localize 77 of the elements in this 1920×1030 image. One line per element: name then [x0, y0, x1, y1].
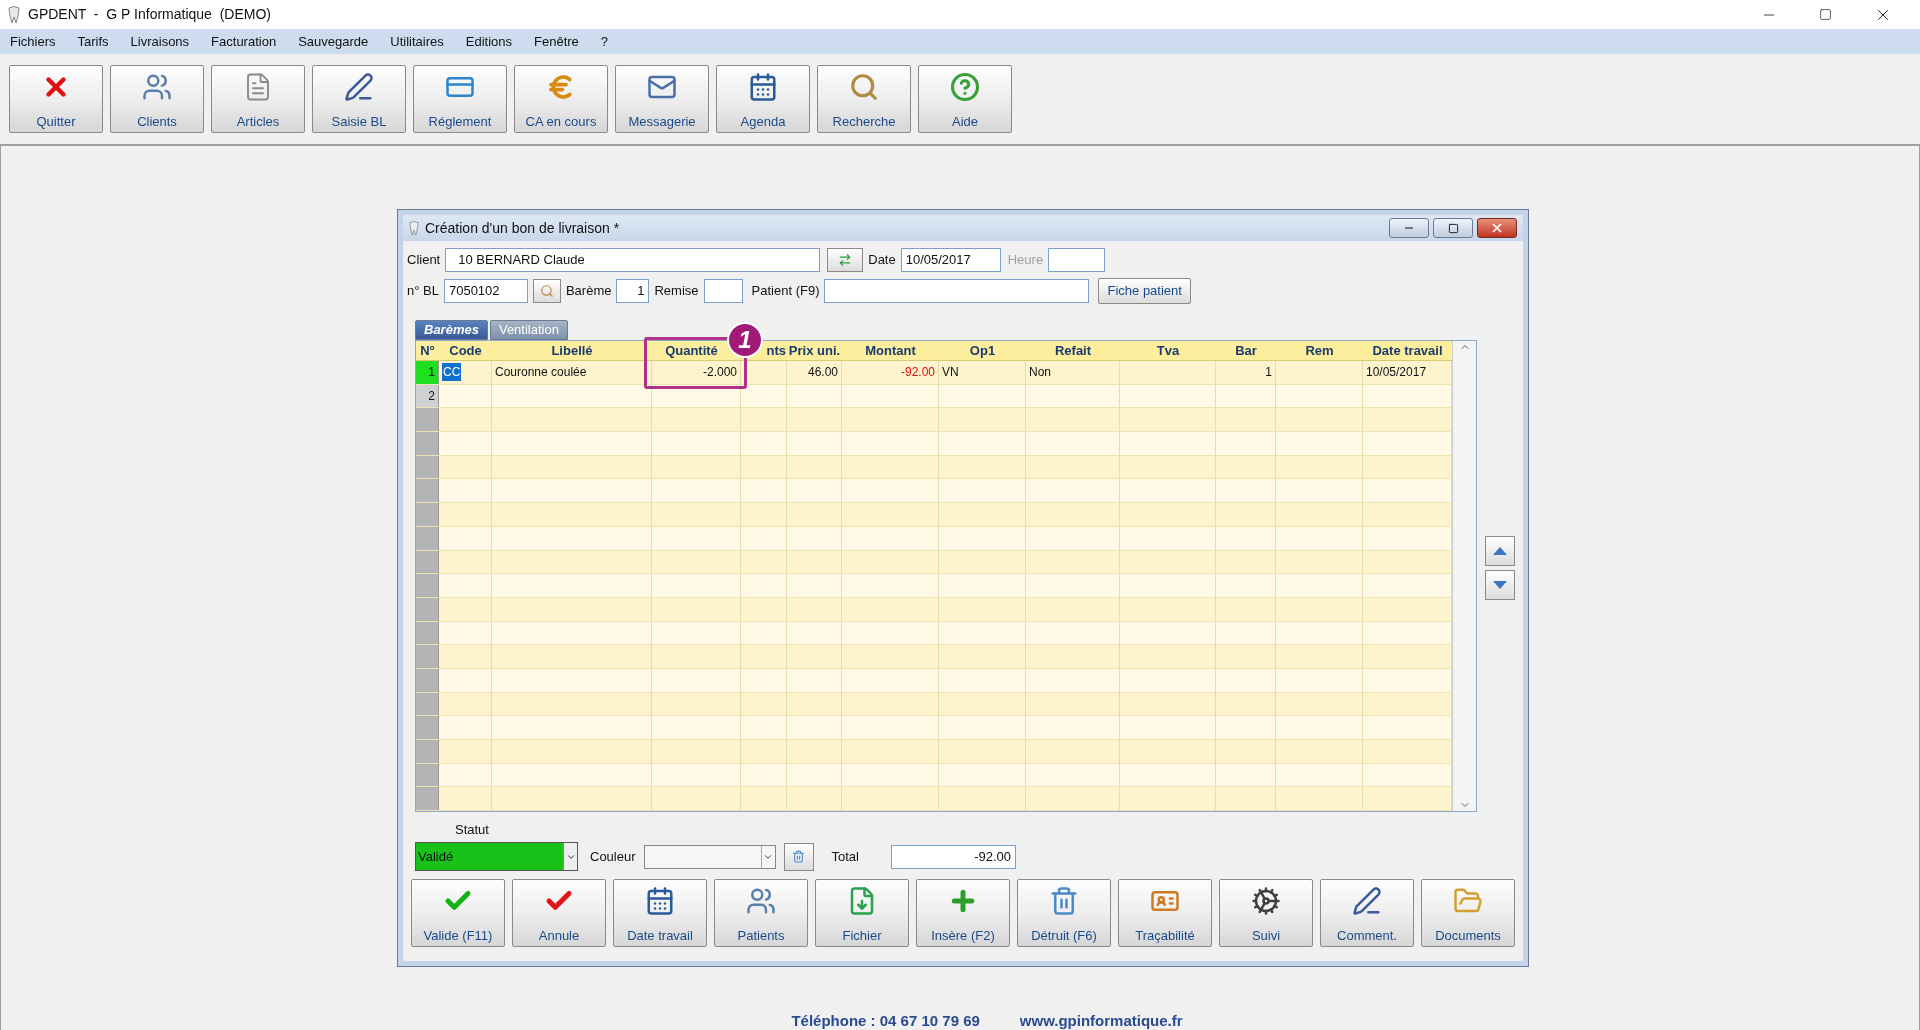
column-header[interactable]: Op1	[969, 340, 996, 361]
field-label: Barème	[565, 281, 612, 300]
table-cell-text: Couronne coulée	[495, 364, 587, 381]
delivery-number-field[interactable]: 7050102	[443, 278, 528, 303]
toolbar-button[interactable]: Recherche	[817, 65, 911, 133]
patient-file-button[interactable]: Fiche patient	[1098, 277, 1191, 304]
column-header[interactable]: Montant	[865, 340, 916, 361]
menu-item[interactable]: Utilitaires	[390, 31, 444, 52]
scale-field[interactable]: 1	[616, 278, 650, 303]
toolbar-button[interactable]: Messagerie	[615, 65, 709, 133]
column-header[interactable]: Prix uni.	[788, 340, 841, 361]
column-header[interactable]: Bar	[1235, 340, 1257, 361]
annotation-badge: 1	[727, 322, 763, 358]
row-number[interactable]: 2	[416, 384, 439, 408]
toolbar-button[interactable]: Aide	[918, 65, 1012, 133]
column-header[interactable]: Date travail	[1372, 340, 1443, 361]
toolbar-button[interactable]: Détruit (F6)	[1017, 879, 1111, 947]
menu-item[interactable]: Fichiers	[10, 31, 56, 52]
toolbar-button[interactable]: Clients	[110, 65, 204, 133]
toolbar-button[interactable]: Valide (F11)	[411, 879, 505, 947]
status-label: Statut	[455, 822, 489, 837]
toolbar-button[interactable]: Patients	[714, 879, 808, 947]
column-header[interactable]: Refait	[1054, 340, 1092, 361]
table-cell-text: VN	[942, 364, 959, 381]
field-label: Total	[831, 847, 859, 866]
toolbar-button[interactable]: Fichier	[815, 879, 909, 947]
column-header[interactable]: Rem	[1305, 340, 1334, 361]
menu-item[interactable]: ?	[600, 31, 609, 52]
column-header[interactable]: Quantité	[665, 340, 718, 361]
client-field[interactable]: 10 BERNARD Claude	[445, 247, 821, 272]
table-cell-text: -2.000	[702, 364, 737, 381]
toolbar-button[interactable]: Saisie BL	[312, 65, 406, 133]
menu-item[interactable]: Editions	[465, 31, 512, 52]
column-header[interactable]: nts	[766, 340, 786, 361]
toolbar-button[interactable]: CA en cours	[514, 65, 608, 133]
window-title: GPDENT - G P Informatique (DEMO)	[28, 5, 271, 24]
field-label: Patient (F9)	[751, 281, 820, 300]
toolbar-button[interactable]: Documents	[1421, 879, 1515, 947]
toolbar-button[interactable]: Date travail	[613, 879, 707, 947]
status-dropdown[interactable]: Validé	[415, 842, 578, 871]
dialog-title: Création d'un bon de livraison *	[425, 218, 620, 238]
toolbar-button[interactable]: Comment.	[1320, 879, 1414, 947]
field-label: n° BL	[407, 281, 439, 300]
menu-item[interactable]: Sauvegarde	[298, 31, 369, 52]
total-field[interactable]: -92.00	[891, 844, 1016, 869]
toolbar-button[interactable]: Quitter	[9, 65, 103, 133]
table-cell-text: -92.00	[900, 364, 935, 381]
menu-item[interactable]: Tarifs	[77, 31, 109, 52]
menu-item[interactable]: Livraisons	[130, 31, 190, 52]
table-cell: CC	[442, 363, 462, 381]
table-cell-text: 46.00	[807, 364, 838, 381]
column-header[interactable]: Code	[449, 340, 482, 361]
menu-item[interactable]: Facturation	[211, 31, 277, 52]
toolbar-button[interactable]: Insère (F2)	[916, 879, 1010, 947]
phone-number: Téléphone : 04 67 10 79 69	[791, 1011, 980, 1030]
field-label: Date	[868, 250, 896, 269]
table-cell-text: Non	[1029, 364, 1051, 381]
field-label: Couleur	[590, 847, 636, 866]
column-header[interactable]: Tva	[1156, 340, 1180, 361]
toolbar-button[interactable]: Réglement	[413, 65, 507, 133]
date-field[interactable]: 10/05/2017	[900, 247, 1001, 272]
toolbar-button[interactable]: Articles	[211, 65, 305, 133]
tab[interactable]: Barèmes	[415, 320, 488, 340]
field-label: Client	[407, 250, 441, 269]
toolbar-button[interactable]: Suivi	[1219, 879, 1313, 947]
website-link[interactable]: www.gpinformatique.fr	[1019, 1010, 1183, 1030]
menu-item[interactable]: Fenêtre	[534, 31, 579, 52]
field-label: Remise	[654, 281, 699, 300]
column-header[interactable]: N°	[420, 340, 435, 361]
toolbar-button[interactable]: Agenda	[716, 65, 810, 133]
table-cell-text: 10/05/2017	[1366, 364, 1427, 381]
row-number[interactable]: 1	[416, 361, 439, 384]
toolbar-button[interactable]: Traçabilité	[1118, 879, 1212, 947]
table-cell-text: 1	[1265, 364, 1272, 381]
column-header[interactable]: Libellé	[551, 340, 593, 361]
toolbar-button[interactable]: Annule	[512, 879, 606, 947]
field-label: Heure	[1007, 250, 1044, 269]
